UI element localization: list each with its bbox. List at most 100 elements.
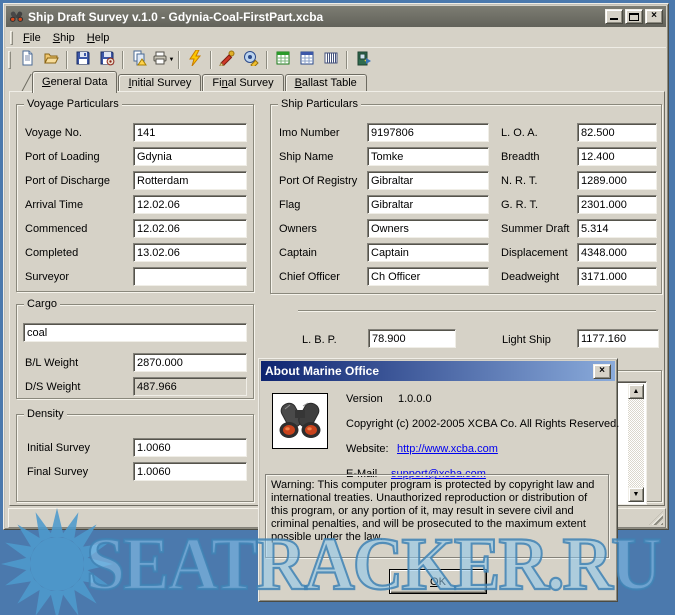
close-button[interactable]: × — [645, 9, 663, 24]
captain-input[interactable] — [367, 243, 489, 262]
group-title: Voyage Particulars — [24, 98, 122, 110]
breadth-label: Breadth — [501, 151, 540, 163]
scroll-down-button[interactable]: ▼ — [628, 487, 644, 502]
lightning-icon — [187, 50, 203, 69]
ok-button[interactable]: OK — [389, 569, 487, 594]
port-of-registry-input[interactable] — [367, 171, 489, 190]
cargo-name-input[interactable] — [23, 323, 247, 342]
toolbar-grip[interactable] — [8, 51, 11, 69]
toolbar-button-edit[interactable] — [215, 49, 239, 71]
density-group: Density Initial Survey Final Survey — [16, 414, 254, 502]
menu-file[interactable]: File — [17, 30, 47, 46]
scroll-up-button[interactable]: ▲ — [628, 384, 644, 399]
new-file-icon — [19, 50, 35, 69]
toolbar-button-survey[interactable] — [239, 49, 263, 71]
toolbar-separator — [66, 51, 68, 69]
resize-grip[interactable] — [649, 511, 663, 525]
about-close-button[interactable]: × — [593, 364, 611, 379]
tab-strip-lead — [16, 74, 32, 92]
menubar-grip[interactable] — [10, 31, 13, 45]
toolbar-button-save[interactable] — [71, 49, 95, 71]
toolbar-button-spreadsheet[interactable] — [271, 49, 295, 71]
density-initial-label: Initial Survey — [27, 442, 90, 454]
toolbar: ▼ — [6, 47, 666, 71]
chief-officer-input[interactable] — [367, 267, 489, 286]
commenced-input[interactable] — [133, 219, 247, 238]
imo-number-label: Imo Number — [279, 127, 340, 139]
toolbar-button-new[interactable] — [15, 49, 39, 71]
loa-label: L. O. A. — [501, 127, 538, 139]
title-bar[interactable]: Ship Draft Survey v.1.0 - Gdynia-Coal-Fi… — [6, 6, 666, 27]
copyright-text: Copyright (c) 2002-2005 XCBA Co. All Rig… — [346, 418, 619, 430]
displacement-input[interactable] — [577, 243, 657, 262]
tab-initial-survey[interactable]: Initial Survey — [118, 74, 201, 92]
tab-general-data[interactable]: General Data — [32, 71, 117, 93]
surveyor-input[interactable] — [133, 267, 247, 286]
deadweight-input[interactable] — [577, 267, 657, 286]
toolbar-button-copy-page[interactable] — [127, 49, 151, 71]
group-title: Ship Particulars — [278, 98, 361, 110]
summer-draft-input[interactable] — [577, 219, 657, 238]
binoculars-icon-frame — [272, 393, 328, 449]
arrival-time-input[interactable] — [133, 195, 247, 214]
copy-page-icon — [131, 50, 147, 69]
completed-input[interactable] — [133, 243, 247, 262]
toolbar-separator — [210, 51, 212, 69]
arrival-time-label: Arrival Time — [25, 199, 83, 211]
loa-input[interactable] — [577, 123, 657, 142]
nrt-input[interactable] — [577, 171, 657, 190]
port-of-loading-label: Port of Loading — [25, 151, 100, 163]
voyage-no-input[interactable] — [133, 123, 247, 142]
separator-line — [298, 310, 656, 312]
tab-final-survey[interactable]: Final Survey — [202, 74, 283, 92]
port-of-discharge-label: Port of Discharge — [25, 175, 110, 187]
maximize-button[interactable] — [625, 9, 643, 24]
tab-ballast-table[interactable]: Ballast Table — [285, 74, 367, 92]
menu-help[interactable]: Help — [81, 30, 116, 46]
toolbar-button-calculate[interactable] — [183, 49, 207, 71]
lbp-input[interactable] — [368, 329, 456, 348]
surveyor-label: Surveyor — [25, 271, 69, 283]
bl-weight-input[interactable] — [133, 353, 247, 372]
about-title-bar[interactable]: About Marine Office × — [261, 361, 615, 381]
toolbar-button-save-as[interactable] — [95, 49, 119, 71]
window-title: Ship Draft Survey v.1.0 - Gdynia-Coal-Fi… — [28, 10, 603, 24]
commenced-label: Commenced — [25, 223, 87, 235]
light-ship-input[interactable] — [577, 329, 659, 348]
website-link[interactable]: http://www.xcba.com — [397, 443, 498, 455]
flag-input[interactable] — [367, 195, 489, 214]
exit-door-icon — [355, 50, 371, 69]
version-label: Version — [346, 393, 383, 405]
blue-table-icon — [299, 50, 315, 69]
lbp-label: L. B. P. — [302, 334, 337, 346]
ship-name-input[interactable] — [367, 147, 489, 166]
toolbar-button-open[interactable] — [39, 49, 63, 71]
displacement-label: Displacement — [501, 247, 568, 259]
minimize-button[interactable] — [605, 9, 623, 24]
port-of-discharge-input[interactable] — [133, 171, 247, 190]
owners-input[interactable] — [367, 219, 489, 238]
minimize-icon — [610, 18, 618, 20]
toolbar-button-table[interactable] — [295, 49, 319, 71]
imo-number-input[interactable] — [367, 123, 489, 142]
toolbar-button-print[interactable]: ▼ — [151, 49, 175, 71]
grt-input[interactable] — [577, 195, 657, 214]
menu-ship[interactable]: Ship — [47, 30, 81, 46]
breadth-input[interactable] — [577, 147, 657, 166]
toolbar-separator — [122, 51, 124, 69]
toolbar-button-hatch-table[interactable] — [319, 49, 343, 71]
group-title: Density — [24, 408, 67, 420]
menu-bar: File Ship Help — [6, 28, 666, 47]
port-of-loading-input[interactable] — [133, 147, 247, 166]
grt-label: G. R. T. — [501, 199, 538, 211]
toolbar-button-exit[interactable] — [351, 49, 375, 71]
tab-strip: General Data Initial Survey Final Survey… — [6, 70, 666, 92]
green-table-icon — [275, 50, 291, 69]
open-folder-icon — [43, 50, 59, 69]
ship-particulars-group: Ship Particulars Imo Number L. O. A. Shi… — [270, 104, 662, 294]
density-initial-input[interactable] — [133, 438, 247, 457]
vertical-scrollbar[interactable]: ▲ ▼ — [628, 384, 644, 502]
density-final-label: Final Survey — [27, 466, 88, 478]
density-final-input[interactable] — [133, 462, 247, 481]
deadweight-label: Deadweight — [501, 271, 559, 283]
